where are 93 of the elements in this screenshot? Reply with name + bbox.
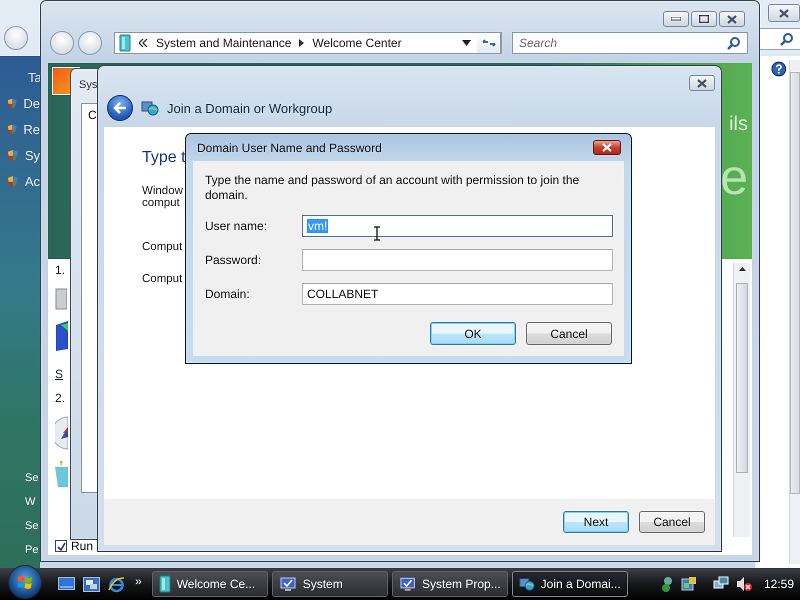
muted-speaker-icon[interactable]	[736, 576, 752, 592]
close-button[interactable]	[689, 75, 715, 91]
close-icon	[696, 78, 708, 88]
field-label: Comput	[142, 273, 182, 285]
desktop-icon	[58, 577, 75, 591]
see-also-link[interactable]: Pe	[25, 544, 38, 556]
overflow-chevron[interactable]: »	[135, 574, 142, 588]
dialog-button[interactable]: Cancel	[639, 511, 705, 533]
task-link[interactable]: S	[55, 367, 68, 381]
minimize-button[interactable]	[663, 11, 689, 27]
clock: 12:59	[764, 577, 794, 591]
network-globe-icon	[141, 99, 159, 117]
taskbar-button[interactable]: System	[272, 571, 388, 597]
step-number: 2.	[55, 391, 66, 405]
quick-launch-button[interactable]	[108, 576, 125, 592]
windows-logo-icon	[17, 574, 33, 590]
window-title: Sys	[79, 79, 98, 91]
search-icon	[727, 36, 741, 50]
scrollbar[interactable]	[788, 60, 800, 564]
compass-icon	[55, 415, 68, 451]
dropdown-arrow-icon[interactable]	[462, 40, 471, 46]
maximize-icon	[699, 15, 709, 23]
user-status-icon[interactable]	[660, 576, 675, 592]
text-field[interactable]	[302, 249, 613, 271]
network-globe-icon	[518, 575, 535, 593]
breadcrumb-item[interactable]: System and Maintenance	[156, 36, 292, 50]
breadcrumb-item[interactable]: Welcome Center	[312, 36, 402, 50]
dialog-title: Domain User Name and Password	[197, 140, 382, 154]
back-arrow-icon	[113, 102, 127, 114]
close-icon	[601, 143, 613, 152]
quick-launch-button[interactable]	[83, 576, 100, 592]
maximize-button[interactable]	[691, 11, 717, 27]
close-button[interactable]	[719, 11, 745, 27]
refresh-button[interactable]	[477, 32, 501, 54]
search-field[interactable]: Search	[512, 32, 748, 54]
quick-launch-button[interactable]	[58, 577, 75, 591]
help-icon[interactable]	[771, 60, 787, 78]
description-text: comput	[142, 197, 180, 209]
dialog-title: Join a Domain or Workgroup	[167, 100, 332, 116]
scrollbar[interactable]	[733, 263, 750, 537]
control-panel-icon	[119, 34, 131, 52]
banner-text: ils	[729, 113, 748, 136]
address-bar[interactable]: System and Maintenance Welcome Center	[114, 32, 502, 54]
breadcrumb-arrow-icon	[299, 39, 304, 47]
text-field[interactable]: COLLABNET	[302, 283, 613, 305]
document-icon	[158, 575, 171, 593]
back-button[interactable]	[107, 95, 133, 121]
task-link[interactable]: Ac	[24, 174, 40, 189]
close-button[interactable]	[593, 140, 621, 155]
scroll-up-icon[interactable]	[738, 267, 746, 271]
see-also-link[interactable]: W	[25, 496, 36, 508]
taskbar-button[interactable]: Welcome Ce...	[152, 571, 268, 597]
minimize-icon	[671, 17, 681, 21]
instruction-text: Type the name and password of an account with permission to join the domain.	[205, 173, 580, 203]
field-label: Comput	[142, 241, 182, 253]
see-also-link[interactable]: Se	[25, 472, 38, 484]
description-text: Window	[142, 185, 183, 197]
banner-text: e	[720, 152, 748, 202]
step-number: 1.	[55, 263, 66, 277]
task-link[interactable]: Re	[23, 122, 40, 137]
close-button[interactable]	[768, 4, 800, 22]
text-cursor-icon	[373, 226, 381, 241]
tray-app-icon[interactable]	[680, 576, 697, 592]
field-label: Password:	[205, 253, 262, 267]
field-label: Domain:	[205, 287, 251, 301]
pane-text: C	[88, 108, 97, 122]
forward-button[interactable]	[78, 31, 102, 55]
double-chevron-icon	[139, 39, 148, 47]
see-also-link[interactable]: Se	[25, 520, 38, 532]
task-link[interactable]: Sy	[24, 148, 40, 163]
shield-icon	[7, 96, 18, 111]
start-button[interactable]	[8, 565, 42, 599]
device-icon	[55, 287, 67, 311]
shield-icon	[7, 174, 19, 189]
dialog-button[interactable]: Cancel	[526, 322, 612, 345]
browser-e-icon	[108, 576, 125, 592]
close-icon	[726, 14, 738, 24]
checkbox[interactable]	[55, 540, 67, 552]
close-icon	[778, 8, 790, 18]
check-icon	[56, 542, 66, 550]
windows-switch-icon	[83, 576, 100, 592]
search-icon	[780, 32, 794, 46]
taskbar-button[interactable]: Join a Domai...	[512, 571, 628, 597]
shield-icon	[7, 148, 19, 163]
task-link[interactable]: De	[23, 96, 40, 111]
search-field[interactable]	[758, 28, 800, 50]
dialog-button[interactable]: OK	[430, 322, 516, 345]
checkbox-label: Run	[71, 539, 94, 553]
taskbar-button[interactable]: System Prop...	[392, 571, 508, 597]
dialog-button[interactable]: Next	[563, 511, 629, 533]
field-label: User name:	[205, 219, 268, 233]
refresh-icon	[482, 37, 496, 49]
shield-icon	[7, 122, 18, 137]
